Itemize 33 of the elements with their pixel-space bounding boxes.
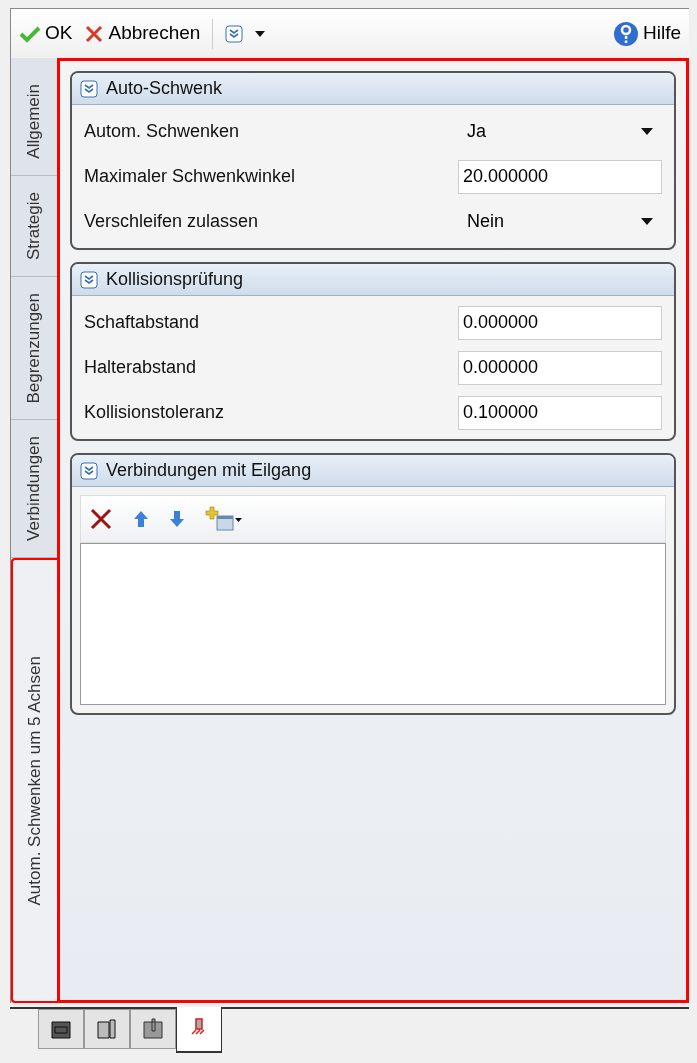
caret-icon[interactable] [255, 30, 266, 37]
caret-icon [641, 217, 653, 226]
expand-icon[interactable] [80, 461, 98, 480]
add-table-icon[interactable] [205, 506, 243, 532]
cancel-button[interactable]: Abbrechen [84, 19, 201, 48]
side-tab[interactable]: Autom. Schwenken um 5 Achsen [11, 558, 57, 1003]
arrow-up-icon[interactable] [133, 510, 149, 528]
field-label: Verschleifen zulassen [84, 210, 259, 233]
check-icon [19, 24, 41, 43]
bottom-tab[interactable] [38, 1009, 84, 1049]
close-icon [84, 23, 105, 44]
expand-icon[interactable] [80, 270, 98, 289]
arrow-down-icon[interactable] [169, 510, 185, 528]
group-title: Auto-Schwenk [106, 77, 223, 100]
group-title: Verbindungen mit Eilgang [106, 459, 312, 482]
expand-icon[interactable] [225, 24, 244, 43]
field-label: Maximaler Schwenkwinkel [84, 165, 296, 188]
input-field[interactable]: 20.000000 [458, 159, 662, 194]
tool-icon [140, 1017, 166, 1041]
caret-icon [641, 127, 653, 136]
group-title: Kollisionsprüfung [106, 268, 244, 291]
delete-icon[interactable] [89, 507, 113, 531]
expand-icon[interactable] [80, 79, 98, 98]
field-label: Halterabstand [84, 356, 197, 379]
ok-button[interactable]: OK [19, 19, 73, 48]
field-label: Autom. Schwenken [84, 120, 240, 143]
field-label: Kollisionstoleranz [84, 401, 225, 424]
input-field[interactable]: 0.100000 [458, 395, 662, 430]
input-field[interactable]: 0.000000 [458, 305, 662, 340]
field-label: Schaftabstand [84, 311, 200, 334]
help-button[interactable]: Hilfe [613, 19, 681, 48]
bottom-tab[interactable] [176, 1007, 222, 1053]
input-field[interactable]: 0.000000 [458, 350, 662, 385]
